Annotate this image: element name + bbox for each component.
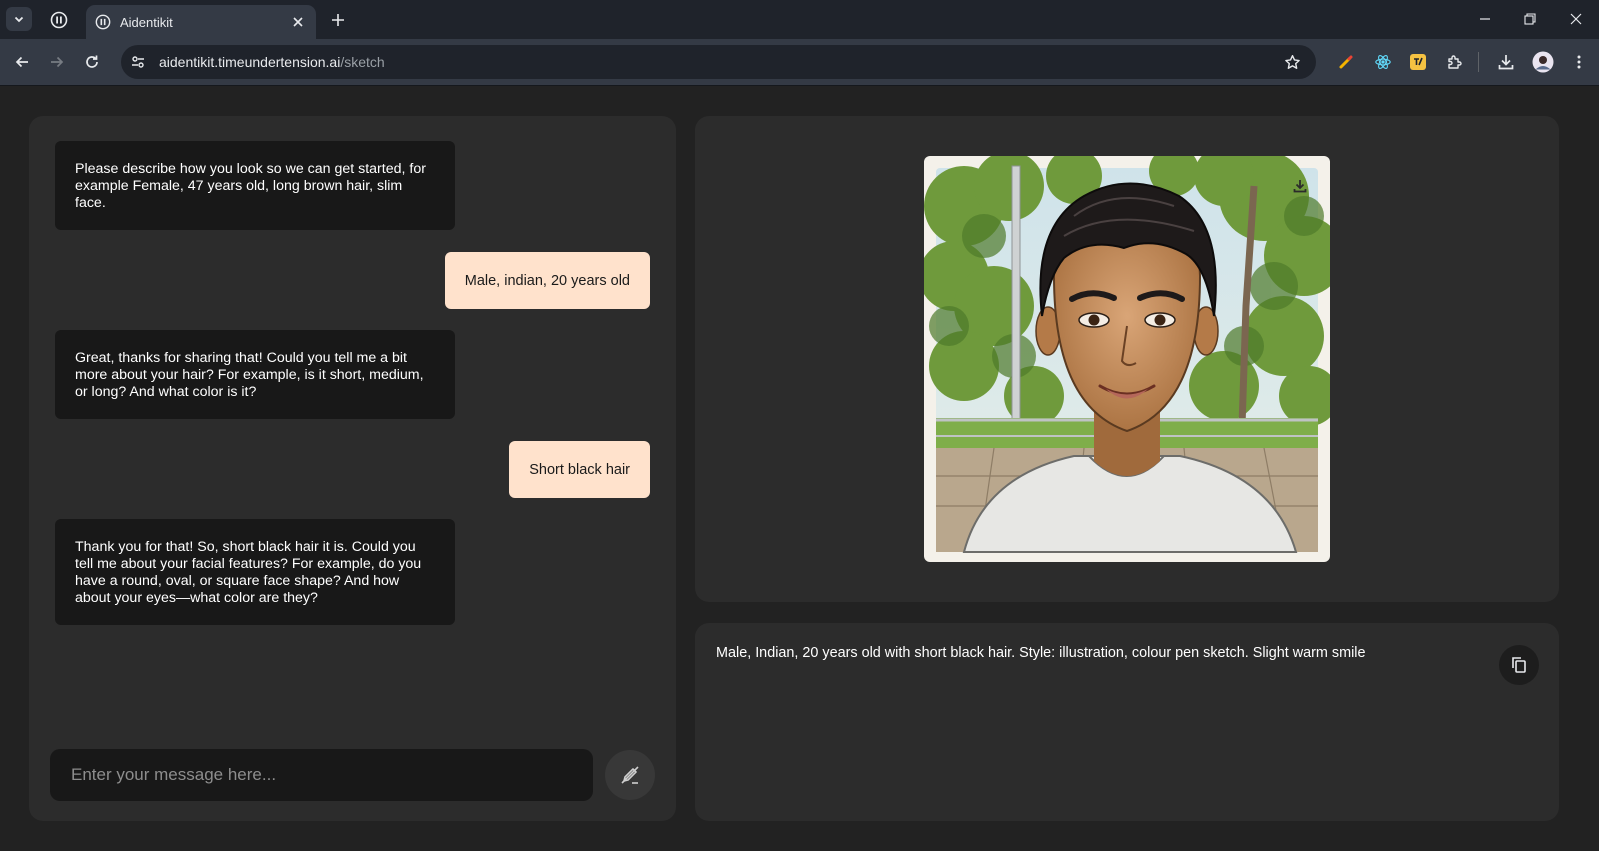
chat-panel: Please describe how you look so we can g… <box>29 116 676 821</box>
assistant-message: Great, thanks for sharing that! Could yo… <box>55 330 455 419</box>
copy-icon <box>1512 657 1526 673</box>
pen-slash-icon <box>621 766 639 784</box>
send-button[interactable] <box>605 750 655 800</box>
arrow-right-icon <box>51 56 64 68</box>
browser-menu-icon[interactable] <box>1567 50 1591 74</box>
assistant-message: Thank you for that! So, short black hair… <box>55 519 455 625</box>
chevron-down-icon <box>14 16 24 23</box>
minimize-icon <box>1480 18 1490 20</box>
download-icon <box>1293 180 1307 193</box>
address-bar[interactable]: aidentikit.timeundertension.ai/sketch <box>121 45 1316 79</box>
restore-icon <box>1524 13 1536 25</box>
forward-button[interactable] <box>44 49 70 75</box>
url-path: /sketch <box>340 54 385 70</box>
tab-search-button[interactable] <box>6 7 32 31</box>
downloads-icon[interactable] <box>1494 50 1518 74</box>
sketch-image-panel <box>695 116 1559 602</box>
message-input[interactable] <box>50 749 593 801</box>
browser-toolbar: aidentikit.timeundertension.ai/sketch <box>0 39 1599 86</box>
user-message: Male, indian, 20 years old <box>444 252 650 309</box>
close-icon <box>1570 13 1582 25</box>
pen-extension-icon[interactable] <box>1334 50 1358 74</box>
portrait-illustration <box>924 156 1330 553</box>
tab-title: Aidentikit <box>120 14 173 30</box>
pinned-tab[interactable] <box>46 8 72 32</box>
prompt-panel: Male, Indian, 20 years old with short bl… <box>695 623 1559 821</box>
minimize-button[interactable] <box>1471 6 1499 32</box>
active-tab[interactable]: Aidentikit <box>86 5 316 39</box>
restore-button[interactable] <box>1516 6 1544 32</box>
generated-portrait <box>924 156 1330 562</box>
close-window-button[interactable] <box>1562 6 1590 32</box>
new-tab-button[interactable] <box>326 8 350 32</box>
sketch-prompt-text: Male, Indian, 20 years old with short bl… <box>716 645 1366 661</box>
react-devtools-icon[interactable] <box>1371 50 1395 74</box>
bookmark-star-icon[interactable] <box>1280 50 1304 74</box>
extensions-puzzle-icon[interactable] <box>1443 50 1467 74</box>
site-info-icon[interactable] <box>125 49 151 75</box>
tab-close-icon[interactable] <box>288 12 308 32</box>
url-host: aidentikit.timeundertension.ai <box>159 54 341 70</box>
tab-favicon-icon <box>94 13 112 31</box>
download-image-button[interactable] <box>1288 174 1312 198</box>
translate-extension-icon[interactable] <box>1406 50 1430 74</box>
copy-prompt-button[interactable] <box>1499 645 1539 685</box>
pause-circle-icon <box>50 11 68 29</box>
browser-tab-strip: Aidentikit <box>0 0 1599 39</box>
url-text: aidentikit.timeundertension.ai/sketch <box>159 54 385 70</box>
toolbar-divider <box>1478 52 1479 72</box>
reload-icon <box>86 55 98 68</box>
profile-avatar[interactable] <box>1531 50 1555 74</box>
reload-button[interactable] <box>79 49 105 75</box>
user-message: Short black hair <box>509 441 650 498</box>
arrow-left-icon <box>15 56 28 68</box>
assistant-message: Please describe how you look so we can g… <box>55 141 455 230</box>
back-button[interactable] <box>9 49 35 75</box>
plus-icon <box>332 14 344 26</box>
